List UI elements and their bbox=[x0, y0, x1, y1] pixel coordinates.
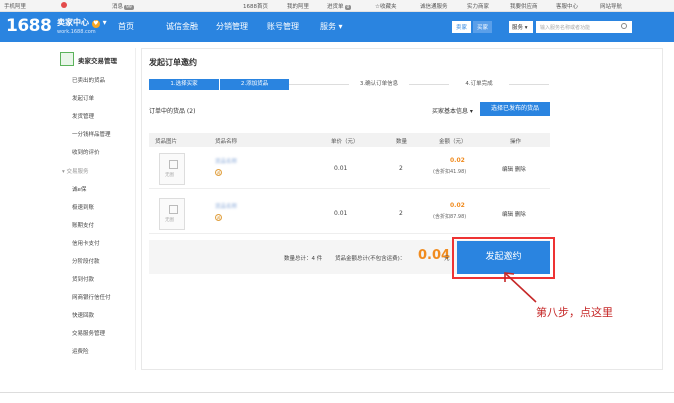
goods-amount: 0.02 bbox=[450, 202, 465, 209]
arrow-icon bbox=[504, 272, 537, 303]
summary-unit: 元 bbox=[444, 256, 450, 262]
delete-link[interactable]: 删除 bbox=[515, 167, 526, 173]
summary-qty: 数量总计：4 件 bbox=[284, 256, 323, 262]
col-image: 货品图片 bbox=[155, 139, 178, 145]
select-goods-button[interactable]: 选择已发布的货品 bbox=[480, 102, 550, 116]
goods-qty: 2 bbox=[399, 165, 403, 172]
favorites-link[interactable]: ☆收藏夹 bbox=[375, 2, 396, 10]
my-alibaba-link[interactable]: 我的阿里 bbox=[287, 2, 309, 10]
buyer-supply-link[interactable]: 我要供应商 bbox=[510, 2, 538, 10]
sidebar-item-trust-pay[interactable]: 网商银行信任付 bbox=[72, 293, 111, 301]
row-actions: 编辑 删除 bbox=[502, 210, 526, 218]
goods-name[interactable]: 货品名称 bbox=[215, 202, 237, 210]
heart-icon: ♥ bbox=[91, 20, 100, 28]
main-panel: 发起订单邀约 1.选择买家 2.添加货品 3.确认订单信息 4.订单完成 订单中… bbox=[141, 48, 663, 370]
sidebar-item-sold[interactable]: 已卖出的货品 bbox=[72, 76, 105, 84]
col-actions: 操作 bbox=[510, 139, 522, 145]
nav-account[interactable]: 账号管理 bbox=[267, 21, 299, 32]
sidebar-item-fast-arrival[interactable]: 极速到账 bbox=[72, 203, 94, 211]
search-icon[interactable] bbox=[621, 23, 627, 29]
goods-name[interactable]: 货品名称 bbox=[215, 157, 237, 165]
goods-price: 0.01 bbox=[334, 165, 348, 172]
step-2: 2.添加货品 bbox=[219, 79, 289, 90]
sidebar-item-fast-return[interactable]: 快速回款 bbox=[72, 311, 94, 319]
nav-finance[interactable]: 诚信金融 bbox=[166, 21, 198, 32]
user-avatar[interactable] bbox=[60, 2, 67, 9]
messages-link[interactable]: 消息 99 bbox=[112, 2, 134, 10]
sidebar-header: 卖家交易管理 bbox=[60, 52, 134, 68]
edit-link[interactable]: 编辑 bbox=[502, 167, 513, 173]
col-price: 单价（元） bbox=[331, 139, 359, 145]
image-placeholder-icon bbox=[169, 160, 178, 169]
sidebar: 卖家交易管理 已卖出的货品 发起订单 发货管理 一分钱样品管理 收到的评价 ▾ … bbox=[56, 48, 136, 370]
row-actions: 编辑 删除 bbox=[502, 165, 526, 173]
divider bbox=[0, 392, 674, 393]
sidebar-item-freight[interactable]: 运费险 bbox=[72, 347, 89, 355]
table-header: 货品图片 货品名称 单价（元） 数量 金额（元） 操作 bbox=[149, 133, 550, 147]
annotation-text: 第八步，点这里 bbox=[536, 306, 613, 319]
col-amount: 金额（元） bbox=[439, 139, 467, 145]
integrity-link[interactable]: 诚信通服务 bbox=[420, 2, 448, 10]
goods-qty: 2 bbox=[399, 210, 403, 217]
top-bar: 手机阿里 消息 99 1688首页 我的阿里 进货单 0 ☆收藏夹 诚信通服务 实力… bbox=[0, 0, 674, 12]
step-3: 3.确认订单信息 bbox=[349, 79, 409, 90]
page-title: 发起订单邀约 bbox=[149, 58, 197, 67]
col-name: 货品名称 bbox=[215, 139, 238, 145]
progress-steps: 1.选择买家 2.添加货品 3.确认订单信息 4.订单完成 bbox=[149, 79, 549, 90]
goods-thumbnail: 无图 bbox=[159, 198, 185, 230]
sidebar-item-shipping[interactable]: 发货管理 bbox=[72, 112, 94, 120]
buyer-info-dropdown[interactable]: 买家基本信息 ▾ bbox=[432, 106, 473, 115]
header: 1688 卖家中心 ♥ ▾ work.1688.com 首页 诚信金融 分销管理… bbox=[0, 12, 674, 42]
customer-service-link[interactable]: 客服中心 bbox=[556, 2, 578, 10]
seller-center-title[interactable]: 卖家中心 ♥ ▾ bbox=[57, 17, 107, 28]
avatar bbox=[60, 52, 74, 66]
site-nav-link[interactable]: 网站导航 bbox=[600, 2, 622, 10]
integrity-icon: 诚 bbox=[215, 214, 222, 221]
sidebar-section-services[interactable]: ▾ 交易服务 bbox=[62, 167, 89, 175]
tab-seller[interactable]: 卖家 bbox=[452, 21, 472, 33]
edit-link[interactable]: 编辑 bbox=[502, 212, 513, 218]
sidebar-title: 卖家交易管理 bbox=[78, 57, 117, 65]
goods-price: 0.01 bbox=[334, 210, 348, 217]
goods-discount: (含折扣41.98) bbox=[433, 169, 467, 175]
home-link[interactable]: 1688首页 bbox=[243, 2, 268, 10]
sidebar-item-term-pay[interactable]: 账期支付 bbox=[72, 221, 94, 229]
sidebar-item-credit-card[interactable]: 信用卡支付 bbox=[72, 239, 100, 247]
purchase-link[interactable]: 进货单 0 bbox=[327, 2, 352, 10]
sidebar-item-create-order[interactable]: 发起订单 bbox=[72, 94, 94, 102]
steps-line bbox=[289, 84, 549, 85]
step-1: 1.选择买家 bbox=[149, 79, 219, 90]
mobile-link[interactable]: 手机阿里 bbox=[4, 2, 26, 10]
sidebar-item-samples[interactable]: 一分钱样品管理 bbox=[72, 130, 111, 138]
table-row: 无图 货品名称 诚 0.01 2 0.02 (含折扣87.98) 编辑 删除 bbox=[149, 194, 550, 234]
sidebar-item-reviews[interactable]: 收到的评价 bbox=[72, 148, 100, 156]
sidebar-item-cod[interactable]: 货到付款 bbox=[72, 275, 94, 283]
image-placeholder-icon bbox=[169, 205, 178, 214]
goods-amount: 0.02 bbox=[450, 157, 465, 164]
sidebar-item-staged-pay[interactable]: 分阶段付款 bbox=[72, 257, 100, 265]
sidebar-item-ebao[interactable]: 诚e保 bbox=[72, 185, 86, 193]
step-4: 4.订单完成 bbox=[449, 79, 509, 90]
table-row: 无图 货品名称 诚 0.01 2 0.02 (含折扣41.98) 编辑 删除 bbox=[149, 149, 550, 189]
goods-thumbnail: 无图 bbox=[159, 153, 185, 185]
nav-distribution[interactable]: 分销管理 bbox=[216, 21, 248, 32]
integrity-icon: 诚 bbox=[215, 169, 222, 176]
goods-discount: (含折扣87.98) bbox=[433, 214, 467, 220]
logo[interactable]: 1688 bbox=[6, 16, 52, 36]
sidebar-item-service-mgmt[interactable]: 交易服务管理 bbox=[72, 329, 105, 337]
goods-count: 订单中的货品 (2) bbox=[149, 108, 196, 115]
site-url: work.1688.com bbox=[57, 29, 96, 35]
summary-amount-label: 货品金额总计(不包含运费)： bbox=[335, 256, 406, 262]
delete-link[interactable]: 删除 bbox=[515, 212, 526, 218]
nav-service[interactable]: 服务 ▾ bbox=[320, 21, 343, 32]
search-input[interactable]: 输入服务名称或者功能 bbox=[536, 21, 632, 33]
merchant-link[interactable]: 实力商家 bbox=[467, 2, 489, 10]
tab-buyer[interactable]: 买家 bbox=[473, 21, 493, 33]
col-qty: 数量 bbox=[396, 139, 408, 145]
nav-home[interactable]: 首页 bbox=[118, 21, 134, 32]
search-type-select[interactable]: 服务 ▾ bbox=[509, 21, 533, 33]
